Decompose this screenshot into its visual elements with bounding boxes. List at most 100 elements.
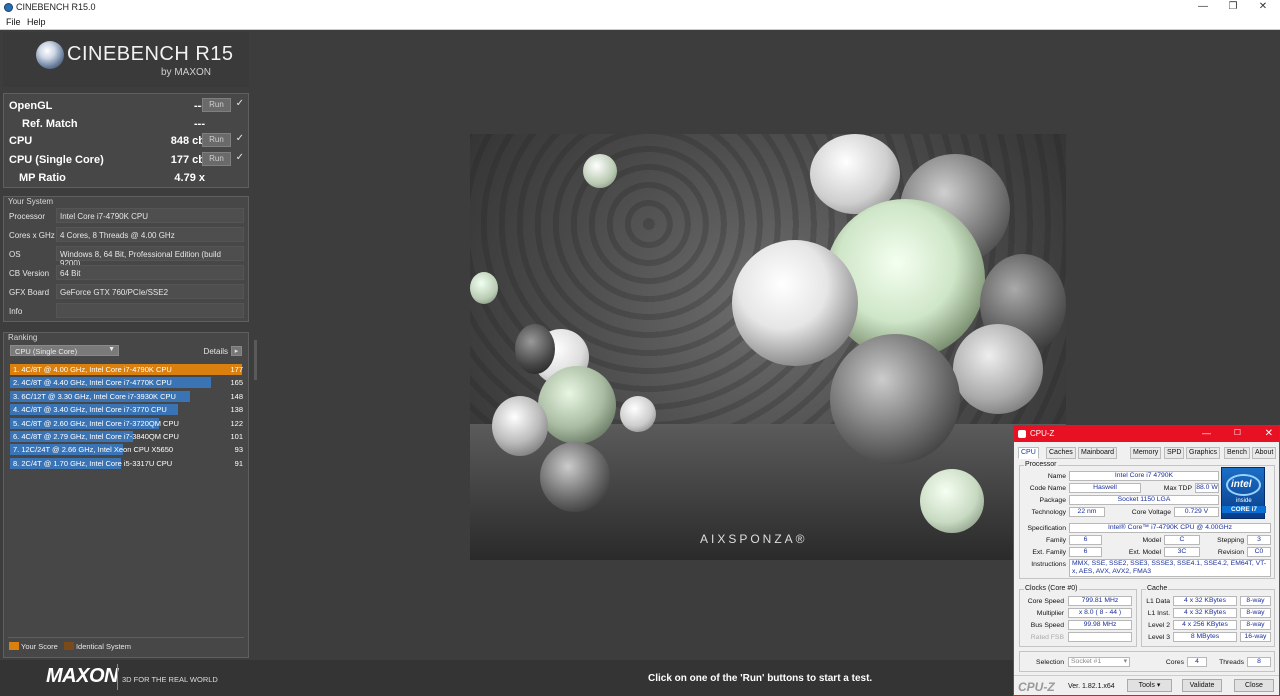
threads-field: 8 xyxy=(1247,657,1271,667)
divider xyxy=(117,664,118,690)
ranking-label: 2. 4C/8T @ 4.40 GHz, Intel Core i7-4770K… xyxy=(13,378,172,388)
close-button[interactable]: ✕ xyxy=(1253,1,1273,12)
cpuz-tab-cpu[interactable]: CPU xyxy=(1018,447,1039,459)
system-value: GeForce GTX 760/PCIe/SSE2 xyxy=(56,284,244,299)
cpuz-footer: CPU-Z Ver. 1.82.1.x64 Tools ▾ Validate C… xyxy=(1014,675,1279,695)
details-button[interactable]: ▸ xyxy=(231,346,242,356)
ranking-score: 101 xyxy=(230,432,243,441)
render-sphere xyxy=(540,442,610,512)
system-row: Processor Intel Core i7-4790K CPU xyxy=(4,208,250,224)
family-label: Family xyxy=(1045,537,1066,544)
l3-field: 8 MBytes xyxy=(1173,632,1237,642)
cpu-check-icon[interactable]: ✓ xyxy=(236,133,244,144)
cpuz-minimize-button[interactable]: — xyxy=(1202,428,1211,438)
selection-label: Selection xyxy=(1036,659,1064,666)
validate-button[interactable]: Validate xyxy=(1182,679,1222,692)
render-sphere xyxy=(492,396,548,456)
socket-select[interactable]: Socket #1 ▾ xyxy=(1068,657,1130,667)
l3-label: Level 3 xyxy=(1148,634,1170,641)
results-panel: OpenGL --- Run ✓ Ref. Match --- CPU 848 … xyxy=(3,93,249,188)
cpuz-window: CPU-Z — ☐ ✕ CPU Caches Mainboard Memory SPD G… xyxy=(1013,425,1280,696)
rated-fsb-field xyxy=(1068,632,1132,642)
cpuz-tab-caches[interactable]: Caches xyxy=(1046,447,1076,459)
ranking-label: 8. 2C/4T @ 1.70 GHz, Intel Core i5-3317U… xyxy=(13,458,173,468)
your-score-swatch xyxy=(9,642,19,650)
menu-file[interactable]: File xyxy=(6,17,21,27)
cpu-single-check-icon[interactable]: ✓ xyxy=(236,152,244,163)
cpuz-tab-memory[interactable]: Memory xyxy=(1130,447,1162,459)
cores-field: 4 xyxy=(1187,657,1207,667)
ranking-score: 91 xyxy=(234,458,243,468)
ranking-label: 3. 6C/12T @ 3.30 GHz, Intel Core i7-3930… xyxy=(13,391,176,401)
ranking-row[interactable]: 5. 4C/8T @ 2.60 GHz, Intel Core i7-3720Q… xyxy=(10,417,246,430)
l1-data-way-field: 8-way xyxy=(1240,596,1271,606)
ranking-label: 5. 4C/8T @ 2.60 GHz, Intel Core i7-3720Q… xyxy=(13,418,179,428)
cpuz-tab-graphics[interactable]: Graphics xyxy=(1186,447,1221,459)
cores-label: Cores xyxy=(1165,659,1184,666)
render-viewport: AIXSPONZA® xyxy=(470,134,1066,560)
details-label[interactable]: Details xyxy=(204,347,228,356)
ranking-panel: Ranking CPU (Single Core) ▼ Details ▸ 1.… xyxy=(3,332,249,658)
codename-label: Code Name xyxy=(1029,485,1066,492)
menu-bar: File Help xyxy=(0,15,1280,30)
ranking-row[interactable]: 2. 4C/8T @ 4.40 GHz, Intel Core i7-4770K… xyxy=(10,377,246,389)
result-cpu: CPU 848 cb Run ✓ xyxy=(9,133,245,149)
system-value: Intel Core i7-4790K CPU xyxy=(56,208,244,223)
l2-label: Level 2 xyxy=(1148,622,1170,629)
ranking-row[interactable]: 8. 2C/4T @ 1.70 GHz, Intel Core i5-3317U… xyxy=(10,457,246,470)
family-field: 6 xyxy=(1069,535,1102,545)
close-button[interactable]: Close xyxy=(1234,679,1274,692)
l3-way-field: 16-way xyxy=(1240,632,1271,642)
ranking-test-dropdown[interactable]: CPU (Single Core) ▼ xyxy=(10,345,119,356)
ranking-row[interactable]: 4. 4C/8T @ 3.40 GHz, Intel Core i7-3770 … xyxy=(10,404,246,416)
processor-name-field: Intel Core i7 4790K xyxy=(1069,471,1219,481)
result-cpu-single: CPU (Single Core) 177 cb Run ✓ xyxy=(9,152,245,168)
instructions-field: MMX, SSE, SSE2, SSE3, SSSE3, SSE4.1, SSE… xyxy=(1069,559,1271,577)
result-label: MP Ratio xyxy=(19,172,66,184)
ranking-score: 138 xyxy=(230,405,243,415)
result-value: --- xyxy=(194,118,205,130)
cpuz-maximize-button[interactable]: ☐ xyxy=(1234,428,1241,437)
voltage-field: 0.729 V xyxy=(1174,507,1219,517)
ext-model-field: 3C xyxy=(1164,547,1200,557)
result-value: 848 cb xyxy=(170,135,205,147)
cpuz-tab-about[interactable]: About xyxy=(1252,447,1277,459)
minimize-button[interactable]: — xyxy=(1193,1,1213,12)
cinebench-logo: CINEBENCH R15 by MAXON xyxy=(3,32,249,87)
identical-system-swatch xyxy=(63,642,74,650)
model-label: Model xyxy=(1142,537,1161,544)
intel-inside: inside xyxy=(1236,498,1252,504)
chevron-down-icon: ▾ xyxy=(1123,658,1127,665)
run-cpu-button[interactable]: Run xyxy=(202,133,231,147)
technology-field: 22 nm xyxy=(1069,507,1105,517)
cpuz-tab-mainboard[interactable]: Mainboard xyxy=(1078,447,1118,459)
tools-button[interactable]: Tools ▾ xyxy=(1127,679,1172,692)
cpuz-tab-spd[interactable]: SPD xyxy=(1164,447,1185,459)
system-value: Windows 8, 64 Bit, Professional Edition … xyxy=(56,246,244,268)
ranking-scrollbar[interactable] xyxy=(254,340,257,380)
run-cpu-single-button[interactable]: Run xyxy=(202,152,231,166)
cpuz-tab-bench[interactable]: Bench xyxy=(1224,447,1250,459)
dropdown-value: CPU (Single Core) xyxy=(15,347,78,356)
group-title: Processor xyxy=(1024,461,1058,468)
result-label: OpenGL xyxy=(9,100,53,112)
system-row: Cores x GHz 4 Cores, 8 Threads @ 4.00 GHz xyxy=(4,227,250,243)
opengl-check-icon[interactable]: ✓ xyxy=(236,98,244,109)
ranking-score: 165 xyxy=(230,378,243,388)
menu-help[interactable]: Help xyxy=(27,17,46,27)
maximize-button[interactable]: ❐ xyxy=(1223,1,1243,12)
ext-family-label: Ext. Family xyxy=(1032,549,1066,556)
ranking-row[interactable]: 1. 4C/8T @ 4.00 GHz, Intel Core i7-4790K… xyxy=(10,364,246,376)
intel-core: CORE i7 xyxy=(1222,506,1266,513)
ranking-row[interactable]: 7. 12C/24T @ 2.66 GHz, Intel Xeon CPU X5… xyxy=(10,444,246,456)
cpuz-logo: CPU-Z xyxy=(1018,680,1055,694)
stepping-label: Stepping xyxy=(1217,537,1244,544)
run-opengl-button[interactable]: Run xyxy=(202,98,231,112)
ranking-label: 1. 4C/8T @ 4.00 GHz, Intel Core i7-4790K… xyxy=(13,365,172,374)
cinebench-app-icon xyxy=(4,3,13,12)
ranking-row[interactable]: 6. 4C/8T @ 2.79 GHz, Intel Core i7-3840Q… xyxy=(10,431,246,443)
name-label: Name xyxy=(1047,473,1066,480)
cpuz-close-button[interactable]: ✕ xyxy=(1265,428,1273,439)
ext-family-field: 6 xyxy=(1069,547,1102,557)
ranking-row[interactable]: 3. 6C/12T @ 3.30 GHz, Intel Core i7-3930… xyxy=(10,390,246,403)
